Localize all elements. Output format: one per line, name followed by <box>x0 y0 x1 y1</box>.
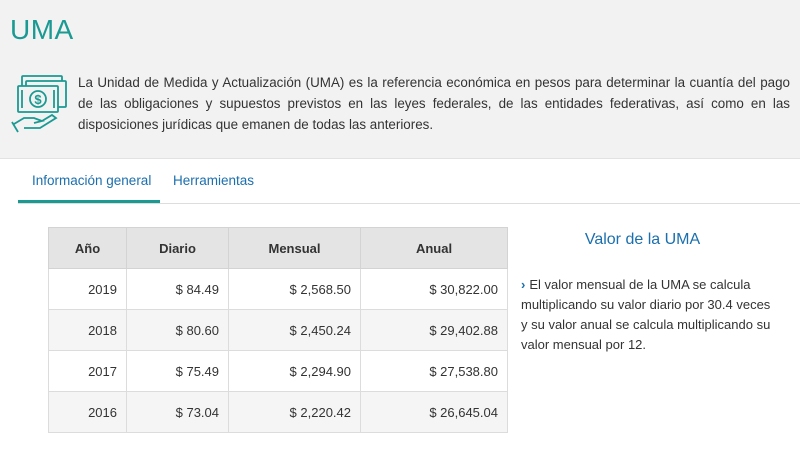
cell-annual: $ 26,645.04 <box>360 391 508 433</box>
cell-annual: $ 29,402.88 <box>360 309 508 351</box>
cell-monthly: $ 2,568.50 <box>228 268 361 310</box>
cell-daily: $ 84.49 <box>126 268 229 310</box>
uma-value-text: El valor mensual de la UMA se calcula mu… <box>521 277 771 352</box>
cell-monthly: $ 2,450.24 <box>228 309 361 351</box>
svg-text:$: $ <box>34 92 42 107</box>
table-header-row: Año Diario Mensual Anual <box>48 227 508 269</box>
money-hand-icon: $ <box>10 70 70 136</box>
uma-table: Año Diario Mensual Anual 2019 $ 84.49 $ … <box>48 227 508 433</box>
header-diario: Diario <box>126 227 229 269</box>
cell-daily: $ 75.49 <box>126 350 229 392</box>
cell-year: 2017 <box>48 350 127 392</box>
active-tab-indicator <box>18 200 160 203</box>
table-row: 2018 $ 80.60 $ 2,450.24 $ 29,402.88 <box>48 309 508 351</box>
tab-informacion-general[interactable]: Información general <box>32 173 151 188</box>
cell-monthly: $ 2,294.90 <box>228 350 361 392</box>
header-mensual: Mensual <box>228 227 361 269</box>
cell-annual: $ 27,538.80 <box>360 350 508 392</box>
header-ano: Año <box>48 227 127 269</box>
table-row: 2016 $ 73.04 $ 2,220.42 $ 26,645.04 <box>48 391 508 433</box>
cell-year: 2018 <box>48 309 127 351</box>
cell-daily: $ 80.60 <box>126 309 229 351</box>
table-row: 2017 $ 75.49 $ 2,294.90 $ 27,538.80 <box>48 350 508 392</box>
chevron-right-icon: › <box>521 277 526 292</box>
header-anual: Anual <box>360 227 508 269</box>
table-row: 2019 $ 84.49 $ 2,568.50 $ 30,822.00 <box>48 268 508 310</box>
cell-year: 2019 <box>48 268 127 310</box>
uma-value-explanation: › El valor mensual de la UMA se calcula m… <box>521 275 771 355</box>
intro-text: La Unidad de Medida y Actualización (UMA… <box>78 75 790 132</box>
cell-annual: $ 30,822.00 <box>360 268 508 310</box>
content-card: Información general Herramientas Año Dia… <box>0 158 800 451</box>
cell-monthly: $ 2,220.42 <box>228 391 361 433</box>
tab-herramientas[interactable]: Herramientas <box>173 173 254 188</box>
page-title: UMA <box>10 14 74 45</box>
cell-daily: $ 73.04 <box>126 391 229 433</box>
uma-value-title: Valor de la UMA <box>584 231 701 248</box>
cell-year: 2016 <box>48 391 127 433</box>
tab-bar: Información general Herramientas <box>18 159 800 204</box>
